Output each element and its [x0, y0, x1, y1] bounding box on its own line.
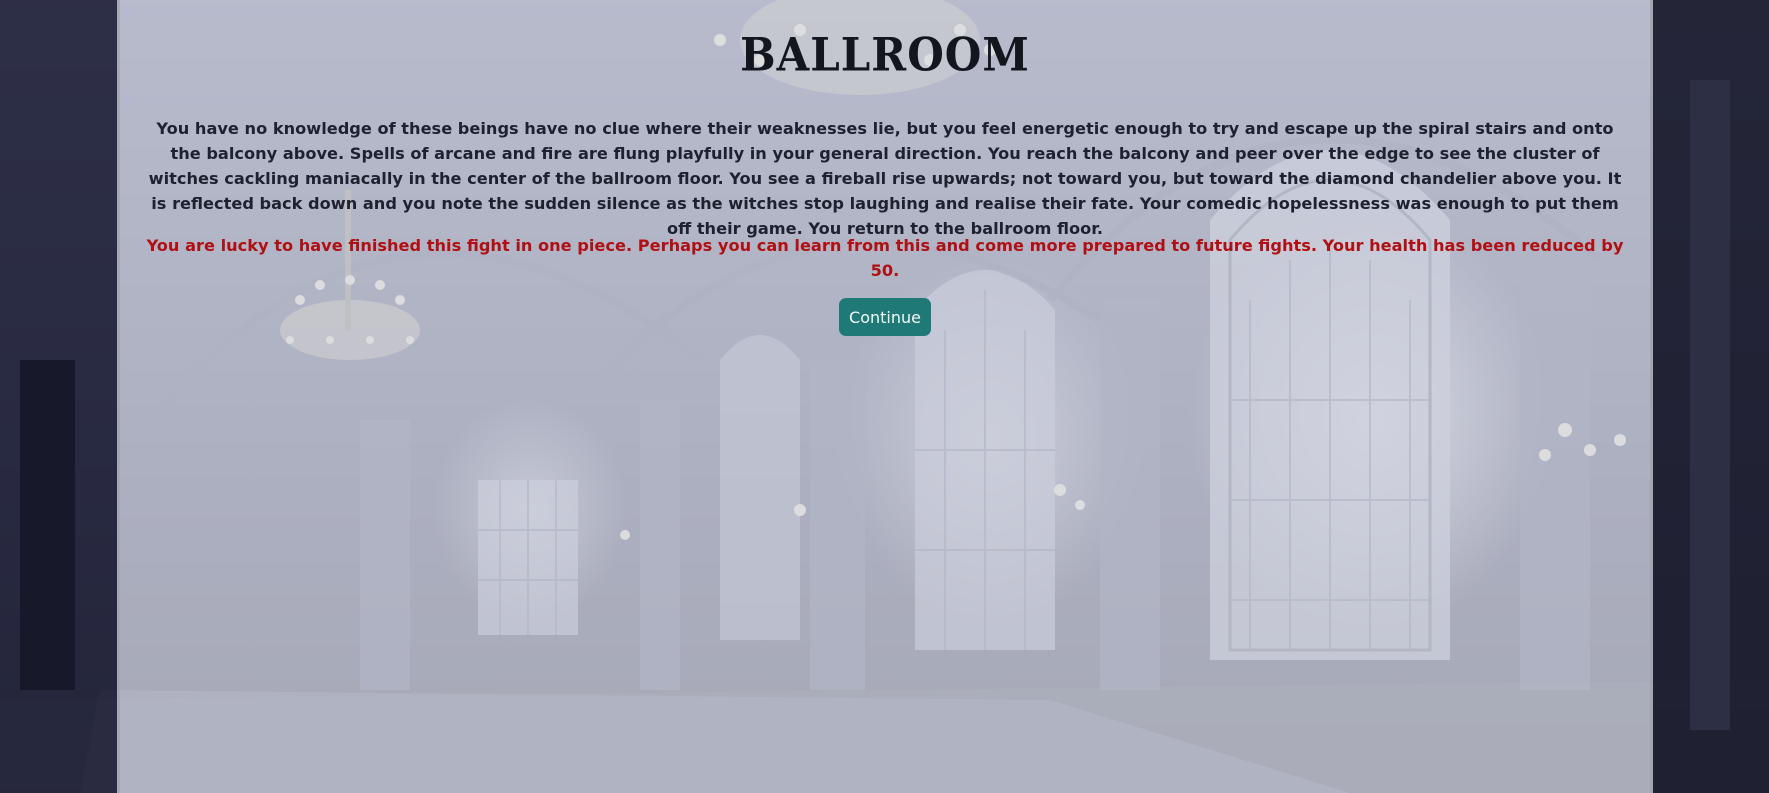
outcome-message: You are lucky to have finished this figh…: [146, 236, 1624, 280]
story-text: You have no knowledge of these beings ha…: [148, 119, 1622, 238]
scene-title: BALLROOM: [740, 27, 1030, 82]
continue-button[interactable]: Continue: [839, 298, 931, 336]
story-panel: BALLROOM You have no knowledge of these …: [117, 0, 1653, 793]
